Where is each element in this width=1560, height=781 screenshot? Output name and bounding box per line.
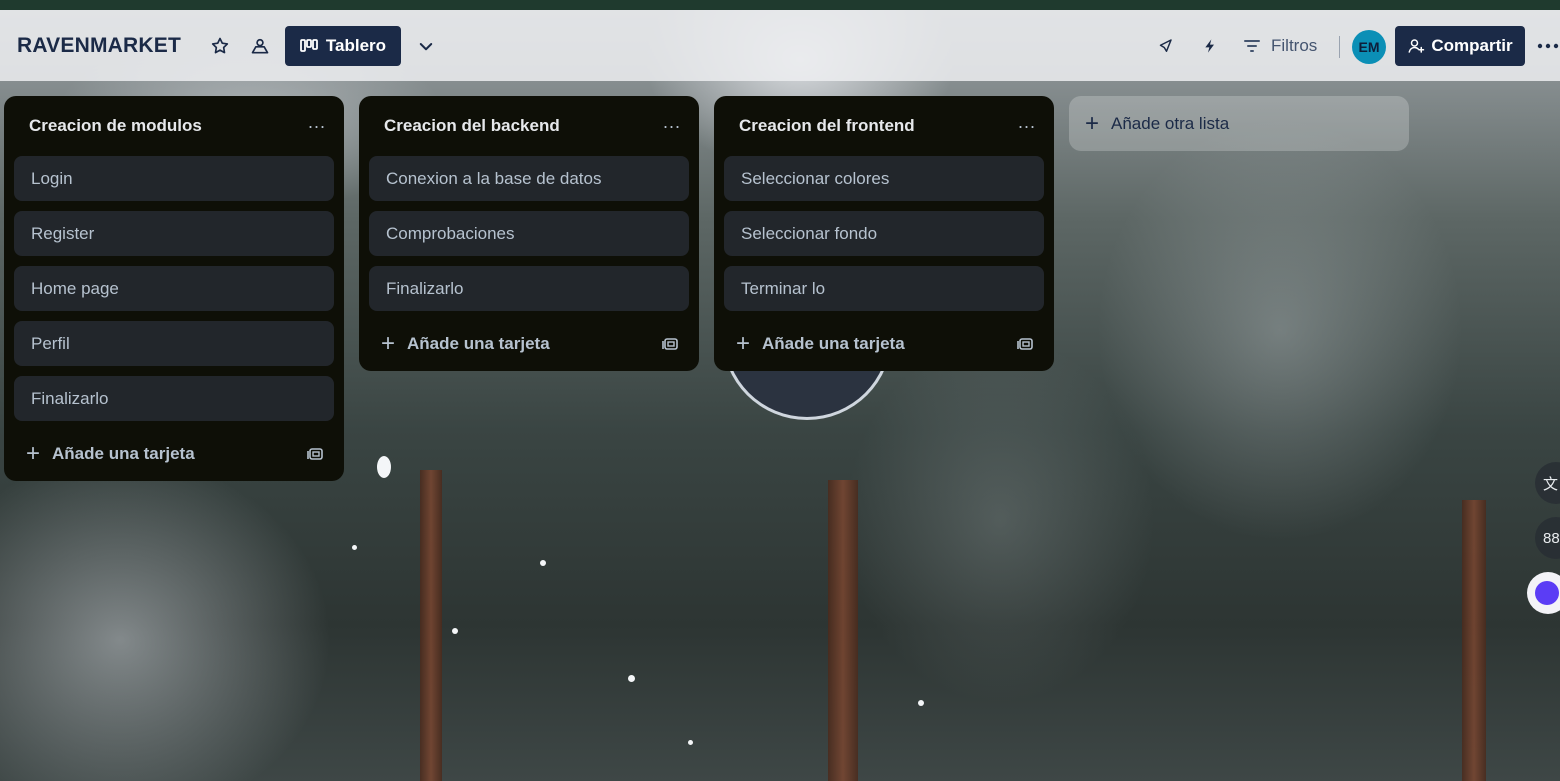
card-template-icon[interactable] xyxy=(662,336,679,352)
card[interactable]: Home page xyxy=(14,266,334,311)
add-card-button[interactable]: + Añade una tarjeta xyxy=(381,330,550,357)
card[interactable]: Comprobaciones xyxy=(369,211,689,256)
view-switcher-button[interactable] xyxy=(413,34,439,60)
card-template-icon[interactable] xyxy=(307,446,324,462)
board-view-button[interactable]: Tablero xyxy=(285,26,401,66)
add-card-row: + Añade una tarjeta xyxy=(369,317,689,371)
card[interactable]: Seleccionar colores xyxy=(724,156,1044,201)
card[interactable]: Seleccionar fondo xyxy=(724,211,1044,256)
lightning-icon xyxy=(1205,39,1214,53)
background-tree-trunk xyxy=(1462,500,1486,781)
list-menu-icon[interactable]: ... xyxy=(1018,113,1036,135)
filters-label: Filtros xyxy=(1271,36,1318,55)
background-snowflake xyxy=(628,675,635,682)
list-title[interactable]: Creacion de modulos xyxy=(29,116,202,136)
star-button[interactable] xyxy=(208,34,232,58)
add-card-button[interactable]: + Añade una tarjeta xyxy=(26,440,195,467)
list-creacion-del-frontend: Creacion del frontend ... Seleccionar co… xyxy=(714,96,1054,371)
chevron-down-icon xyxy=(419,43,433,51)
avatar[interactable]: EM xyxy=(1352,30,1386,64)
card[interactable]: Conexion a la base de datos xyxy=(369,156,689,201)
board-view-icon xyxy=(300,39,318,52)
card[interactable]: Register xyxy=(14,211,334,256)
plus-icon: + xyxy=(381,330,396,357)
card[interactable]: Finalizarlo xyxy=(369,266,689,311)
list-title[interactable]: Creacion del backend xyxy=(384,116,560,136)
list-header: Creacion del backend ... xyxy=(369,96,689,156)
background-snowflake xyxy=(688,740,693,745)
share-label: Compartir xyxy=(1431,36,1513,55)
add-card-button[interactable]: + Añade una tarjeta xyxy=(736,330,905,357)
add-card-row: + Añade una tarjeta xyxy=(724,317,1044,371)
board-menu-button[interactable] xyxy=(1537,34,1560,58)
assistant-face-icon xyxy=(1535,581,1559,605)
filters-button[interactable]: Filtros xyxy=(1243,36,1317,56)
background-snowflake xyxy=(377,456,391,478)
share-button[interactable]: Compartir xyxy=(1395,26,1525,66)
card[interactable]: Perfil xyxy=(14,321,334,366)
add-person-icon xyxy=(1408,39,1425,53)
star-icon xyxy=(211,37,229,54)
background-snowflake xyxy=(452,628,458,634)
board-view-label: Tablero xyxy=(325,36,387,55)
add-list-label: Añade otra lista xyxy=(1111,113,1230,133)
board-header: RAVENMARKET Tablero Filtros EM Compartir xyxy=(0,10,1560,81)
card[interactable]: Finalizarlo xyxy=(14,376,334,421)
plus-icon: + xyxy=(736,330,751,357)
add-card-label: Añade una tarjeta xyxy=(762,334,905,353)
background-snowflake xyxy=(918,700,924,706)
card[interactable]: Terminar lo xyxy=(724,266,1044,311)
background-snowflake xyxy=(352,545,357,550)
list-creacion-del-backend: Creacion del backend ... Conexion a la b… xyxy=(359,96,699,371)
power-ups-button[interactable] xyxy=(1153,34,1177,58)
list-header: Creacion del frontend ... xyxy=(724,96,1044,156)
add-card-label: Añade una tarjeta xyxy=(407,334,550,353)
background-snowflake xyxy=(540,560,546,566)
background-tree-trunk xyxy=(420,470,442,781)
add-list-button[interactable]: + Añade otra lista xyxy=(1069,96,1409,151)
card-template-icon[interactable] xyxy=(1017,336,1034,352)
add-card-row: + Añade una tarjeta xyxy=(14,427,334,481)
add-card-label: Añade una tarjeta xyxy=(52,444,195,463)
visibility-button[interactable] xyxy=(247,34,273,58)
card[interactable]: Login xyxy=(14,156,334,201)
plus-icon: + xyxy=(26,440,41,467)
background-tree-trunk xyxy=(828,480,858,781)
header-divider xyxy=(1339,36,1340,58)
list-menu-icon[interactable]: ... xyxy=(308,113,326,135)
plus-icon: + xyxy=(1085,109,1100,137)
rocket-icon xyxy=(1159,39,1172,52)
top-strip xyxy=(0,0,1560,10)
board-title[interactable]: RAVENMARKET xyxy=(17,34,181,58)
workspace-visibility-icon xyxy=(251,38,269,54)
list-header: Creacion de modulos ... xyxy=(14,96,334,156)
more-icon xyxy=(1537,43,1559,49)
automation-button[interactable] xyxy=(1198,34,1222,58)
filter-icon xyxy=(1244,40,1260,52)
list-creacion-de-modulos: Creacion de modulos ... Login Register H… xyxy=(4,96,344,481)
list-menu-icon[interactable]: ... xyxy=(663,113,681,135)
list-title[interactable]: Creacion del frontend xyxy=(739,116,915,136)
